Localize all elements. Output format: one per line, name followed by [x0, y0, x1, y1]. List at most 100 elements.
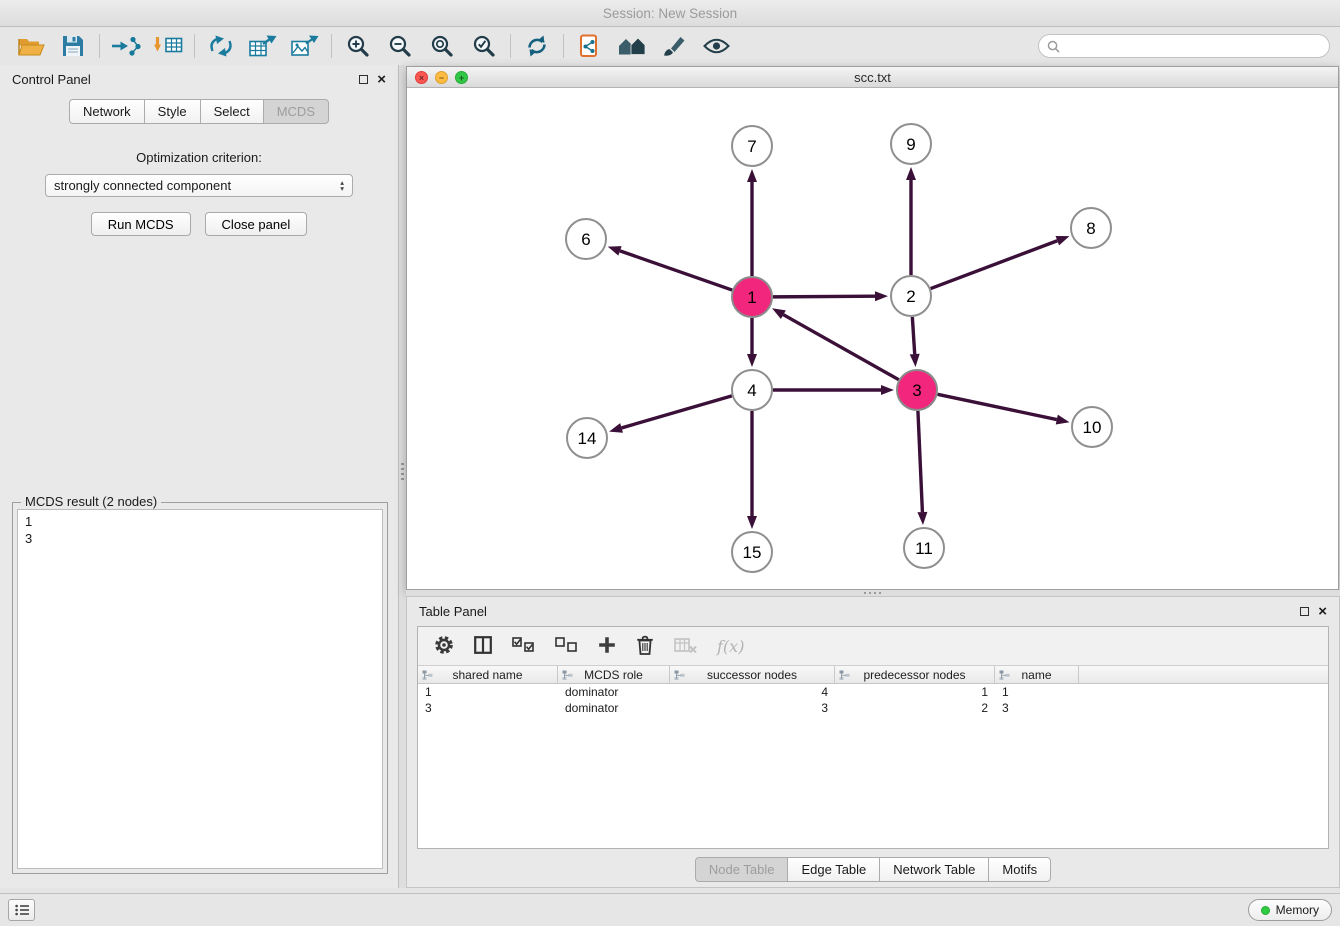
- table-tab-network-table[interactable]: Network Table: [879, 857, 988, 882]
- graph-node-9[interactable]: 9: [891, 124, 931, 164]
- edge-arrowhead-icon: [747, 169, 757, 182]
- tab-select[interactable]: Select: [200, 99, 263, 124]
- mcds-result-line: 1: [25, 513, 375, 530]
- column-header-successor-nodes[interactable]: successor nodes: [670, 666, 835, 683]
- window-title: Session: New Session: [603, 6, 737, 21]
- search-icon: [1047, 40, 1060, 53]
- refresh-button[interactable]: [516, 30, 558, 62]
- network-window-titlebar[interactable]: × − + scc.txt: [407, 67, 1338, 88]
- edge-2-8[interactable]: [931, 241, 1058, 289]
- clipboard-network-icon: [579, 34, 601, 58]
- zoom-fit-icon: [430, 34, 454, 58]
- graph-node-3[interactable]: 3: [897, 370, 937, 410]
- edge-3-10[interactable]: [938, 394, 1057, 419]
- edge-4-14[interactable]: [622, 396, 732, 428]
- table-cell: 3: [995, 701, 1079, 715]
- vertical-splitter[interactable]: [399, 65, 406, 888]
- graph-node-1[interactable]: 1: [732, 277, 772, 317]
- window-close-icon[interactable]: ×: [415, 71, 428, 84]
- settings-gear-button[interactable]: [434, 635, 454, 658]
- import-table-button[interactable]: [147, 30, 189, 62]
- select-all-button[interactable]: [512, 637, 535, 656]
- table-cell: dominator: [558, 685, 670, 699]
- table-cell: 1: [835, 685, 995, 699]
- table-tab-node-table[interactable]: Node Table: [695, 857, 788, 882]
- graph-node-7[interactable]: 7: [732, 126, 772, 166]
- edge-arrowhead-icon: [881, 385, 894, 395]
- zoom-fit-button[interactable]: [421, 30, 463, 62]
- zoom-out-button[interactable]: [379, 30, 421, 62]
- graph-node-10[interactable]: 10: [1072, 407, 1112, 447]
- float-panel-icon[interactable]: [1300, 607, 1309, 616]
- graph-node-8[interactable]: 8: [1071, 208, 1111, 248]
- edge-3-1[interactable]: [783, 315, 898, 380]
- edge-arrowhead-icon: [772, 308, 786, 319]
- run-mcds-button[interactable]: Run MCDS: [91, 212, 191, 236]
- edge-2-3[interactable]: [912, 317, 914, 354]
- table-row[interactable]: 1dominator411: [418, 684, 1328, 700]
- graph-node-2[interactable]: 2: [891, 276, 931, 316]
- tab-style[interactable]: Style: [144, 99, 200, 124]
- zoom-selected-button[interactable]: [463, 30, 505, 62]
- task-history-button[interactable]: [8, 899, 35, 921]
- zoom-out-icon: [388, 34, 412, 58]
- export-image-button[interactable]: [284, 30, 326, 62]
- memory-button[interactable]: Memory: [1248, 899, 1332, 921]
- window-minimize-icon[interactable]: −: [435, 71, 448, 84]
- table-cell: 1: [418, 685, 558, 699]
- table-tab-edge-table[interactable]: Edge Table: [787, 857, 879, 882]
- column-header-shared-name[interactable]: shared name: [418, 666, 558, 683]
- criterion-dropdown[interactable]: strongly connected component ▴▾: [45, 174, 353, 197]
- column-header-name[interactable]: name: [995, 666, 1079, 683]
- table-panel: Table Panel ×: [406, 596, 1340, 888]
- column-header-predecessor-nodes[interactable]: predecessor nodes: [835, 666, 995, 683]
- delete-column-button[interactable]: [636, 635, 654, 658]
- graph-node-11[interactable]: 11: [904, 528, 944, 568]
- mcds-result-legend: MCDS result (2 nodes): [21, 494, 161, 509]
- edge-arrowhead-icon: [1056, 415, 1070, 425]
- edge-3-11[interactable]: [918, 411, 922, 512]
- criterion-value: strongly connected component: [54, 178, 231, 193]
- close-panel-icon[interactable]: ×: [377, 75, 386, 85]
- window-titlebar[interactable]: Session: New Session: [0, 0, 1340, 27]
- import-network-button[interactable]: [105, 30, 147, 62]
- network-canvas[interactable]: 7 9 6 8 1 2 4 3 14 10 15 11: [407, 89, 1338, 589]
- graph-node-14[interactable]: 14: [567, 418, 607, 458]
- window-zoom-icon[interactable]: +: [455, 71, 468, 84]
- zoom-in-button[interactable]: [337, 30, 379, 62]
- column-header-MCDS-role[interactable]: MCDS role: [558, 666, 670, 683]
- save-session-button[interactable]: [52, 30, 94, 62]
- open-session-button[interactable]: [10, 30, 52, 62]
- svg-text:14: 14: [578, 429, 597, 448]
- tab-mcds[interactable]: MCDS: [263, 99, 329, 124]
- add-column-button[interactable]: [598, 636, 616, 657]
- search-box[interactable]: [1038, 34, 1330, 58]
- edge-1-2[interactable]: [773, 296, 875, 297]
- graph-node-15[interactable]: 15: [732, 532, 772, 572]
- float-panel-icon[interactable]: [359, 75, 368, 84]
- network-home-button[interactable]: [611, 30, 653, 62]
- function-builder-button[interactable]: f(x): [717, 637, 744, 656]
- table-panel-header: Table Panel ×: [407, 597, 1339, 623]
- new-network-view-button[interactable]: [200, 30, 242, 62]
- graph-node-6[interactable]: 6: [566, 219, 606, 259]
- style-brush-button[interactable]: [653, 30, 695, 62]
- unselect-all-button[interactable]: [555, 637, 578, 656]
- import-table-icon: [153, 35, 183, 57]
- table-tab-motifs[interactable]: Motifs: [988, 857, 1051, 882]
- close-panel-button[interactable]: Close panel: [205, 212, 308, 236]
- search-input[interactable]: [1065, 39, 1321, 54]
- close-panel-icon[interactable]: ×: [1318, 607, 1327, 617]
- edge-arrowhead-icon: [875, 291, 888, 301]
- columns-button[interactable]: [474, 636, 492, 657]
- zoom-in-icon: [346, 34, 370, 58]
- graph-node-4[interactable]: 4: [732, 370, 772, 410]
- export-table-button[interactable]: [242, 30, 284, 62]
- clipboard-network-button[interactable]: [569, 30, 611, 62]
- table-row[interactable]: 3dominator323: [418, 700, 1328, 716]
- mcds-result-list[interactable]: 13: [17, 509, 383, 869]
- edge-1-6[interactable]: [620, 251, 732, 290]
- show-hide-button[interactable]: [695, 30, 737, 62]
- tab-network[interactable]: Network: [69, 99, 144, 124]
- delete-table-button[interactable]: [674, 637, 697, 656]
